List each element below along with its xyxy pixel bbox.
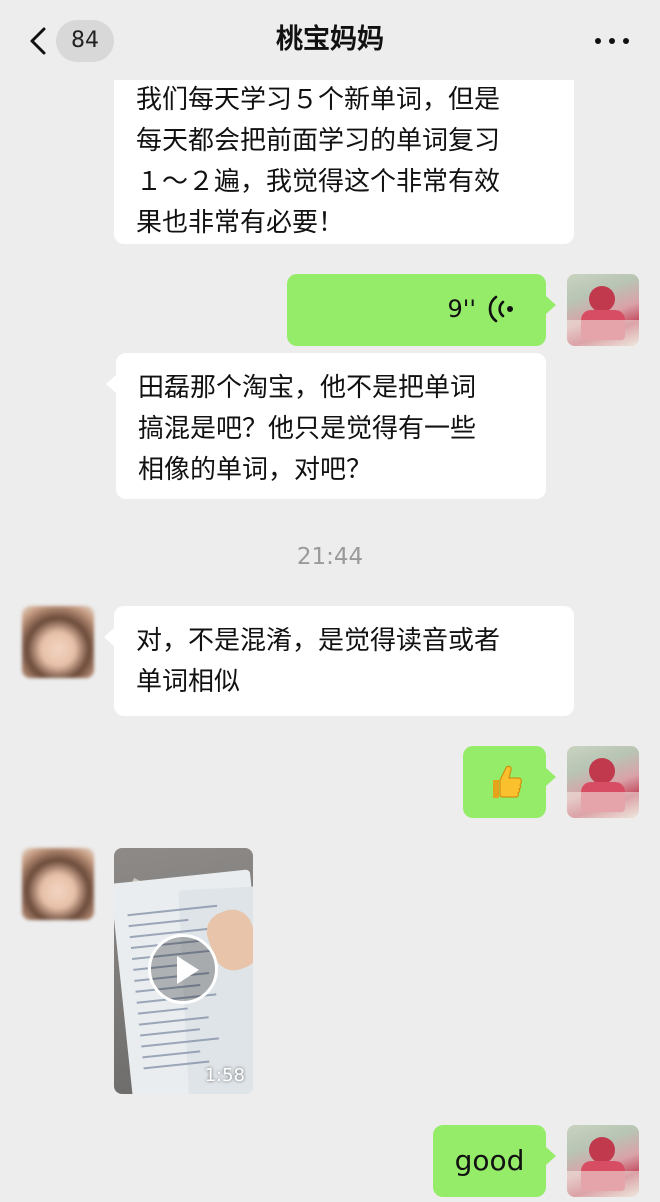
message-text-line: 我们每天学习５个新单词，但是 (136, 85, 501, 115)
self-avatar[interactable] (567, 1125, 639, 1197)
unread-count-badge[interactable]: 84 (56, 20, 114, 62)
chat-message-list[interactable]: 我们每天学习５个新单词，但是 每天都会把前面学习的单词复习 １～２遍，我觉得这个… (0, 80, 660, 1202)
message-text-line: 搞混是吧？他只是觉得有一些 (138, 414, 477, 444)
message-text-line: 相像的单词，对吧？ (138, 455, 373, 485)
message-text-line: 果也非常有必要！ (136, 208, 345, 238)
message-bubble-outgoing[interactable]: good (433, 1125, 556, 1197)
message-bubble-incoming[interactable]: 对，不是混淆，是觉得读音或者 单词相似 (104, 606, 574, 716)
emoji-message-bubble[interactable] (463, 746, 556, 818)
message-text-line: 每天都会把前面学习的单词复习 (136, 126, 501, 156)
message-bubble-incoming[interactable]: 我们每天学习５个新单词，但是 每天都会把前面学习的单词复习 １～２遍，我觉得这个… (114, 80, 574, 244)
message-text-line: 田磊那个淘宝，他不是把单词 (138, 373, 477, 403)
message-text: good (454, 1144, 525, 1177)
contact-avatar[interactable] (22, 848, 94, 920)
voice-message-bubble[interactable]: 9'' (287, 274, 556, 346)
voice-wave-icon (488, 295, 513, 323)
back-chevron-icon[interactable] (26, 26, 50, 56)
play-icon[interactable] (148, 934, 218, 1004)
message-bubble-incoming[interactable]: 田磊那个淘宝，他不是把单词 搞混是吧？他只是觉得有一些 相像的单词，对吧？ (106, 353, 546, 499)
message-text-line: 对，不是混淆，是觉得读音或者 (136, 626, 501, 656)
self-avatar[interactable] (567, 746, 639, 818)
voice-duration: 9'' (447, 295, 476, 323)
chat-title: 桃宝妈妈 (276, 24, 384, 55)
message-text-line: １～２遍，我觉得这个非常有效 (136, 167, 501, 197)
contact-avatar[interactable] (22, 606, 94, 678)
video-duration: 1:58 (204, 1065, 245, 1086)
chat-header: 84 桃宝妈妈 (0, 0, 660, 80)
more-options-icon[interactable] (592, 30, 632, 50)
video-message-thumbnail[interactable]: 1:58 (114, 848, 253, 1094)
message-timestamp: 21:44 (296, 544, 364, 570)
message-text-line: 单词相似 (136, 667, 241, 697)
self-avatar[interactable] (567, 274, 639, 346)
thumbs-up-icon (493, 765, 522, 798)
